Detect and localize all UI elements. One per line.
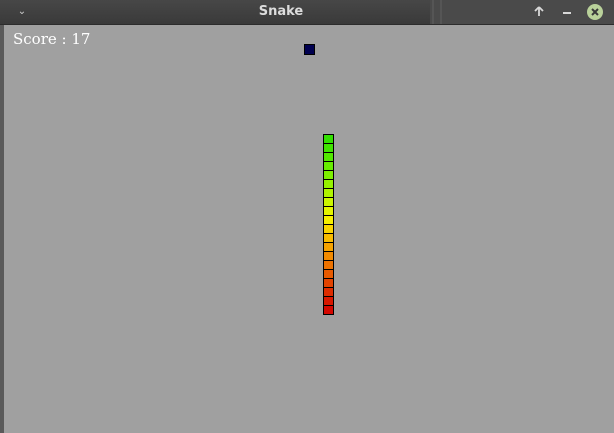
snake-segment — [323, 305, 334, 315]
snake-segment — [323, 188, 334, 197]
score-display: Score : 17 — [13, 30, 91, 48]
food-pellet — [304, 44, 315, 55]
arrow-up-icon — [534, 6, 544, 16]
snake — [323, 134, 335, 315]
snake-segment — [323, 215, 334, 224]
snake-segment — [323, 269, 334, 278]
snake-segment — [323, 170, 334, 179]
snake-segment — [323, 278, 334, 287]
snake-segment — [323, 242, 334, 251]
snake-segment — [323, 233, 334, 242]
snake-segment — [323, 260, 334, 269]
snake-segment — [323, 251, 334, 260]
snake-segment — [323, 224, 334, 233]
snake-window: ⌄ Snake Score : 17 — [0, 0, 614, 433]
game-canvas[interactable]: Score : 17 — [4, 25, 614, 433]
snake-segment — [323, 161, 334, 170]
snake-segment — [323, 179, 334, 188]
snake-segment — [323, 206, 334, 215]
snake-segment — [323, 287, 334, 296]
close-icon — [591, 8, 599, 16]
close-button[interactable] — [587, 4, 603, 20]
title-bar[interactable]: ⌄ Snake — [0, 0, 614, 25]
window-title: Snake — [258, 4, 304, 19]
snake-segment — [323, 143, 334, 152]
minimize-button[interactable] — [559, 4, 575, 20]
minus-icon — [563, 12, 571, 14]
snake-segment — [323, 197, 334, 206]
snake-segment — [323, 296, 334, 305]
snake-segment — [323, 134, 334, 143]
maximize-button[interactable] — [531, 4, 547, 20]
snake-segment — [323, 152, 334, 161]
